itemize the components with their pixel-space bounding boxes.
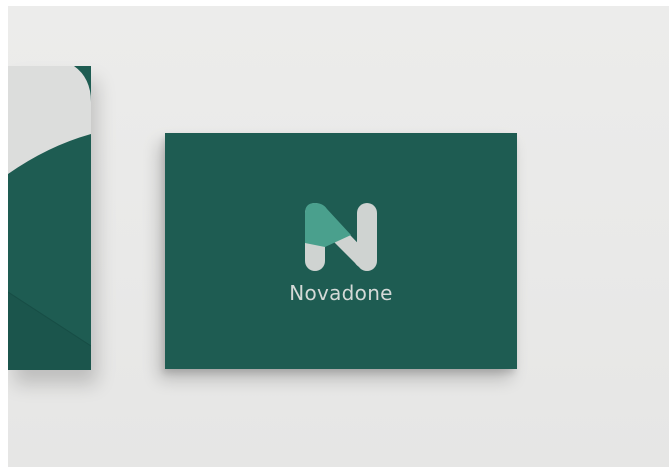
business-card: Novadone bbox=[165, 133, 517, 369]
back-card bbox=[8, 66, 91, 370]
mockup-scene: Novadone bbox=[8, 6, 669, 467]
back-card-pattern bbox=[8, 66, 91, 370]
n-letter-logo-icon bbox=[305, 203, 377, 271]
brand-name: Novadone bbox=[289, 281, 393, 305]
